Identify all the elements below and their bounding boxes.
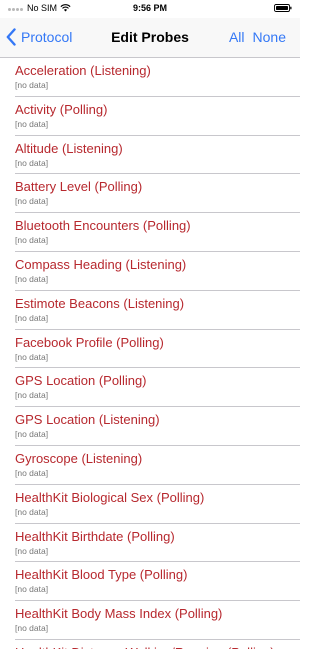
chevron-left-icon <box>6 28 16 46</box>
probe-row[interactable]: HealthKit Body Mass Index (Polling) [no d… <box>0 601 300 640</box>
probe-status: [no data] <box>15 273 49 284</box>
probe-row[interactable]: Battery Level (Polling) [no data] <box>0 174 300 213</box>
probe-name: Gyroscope (Listening) <box>15 450 143 466</box>
probe-name: Facebook Profile (Polling) <box>15 334 164 350</box>
probe-status: [no data] <box>15 118 49 129</box>
probe-list: Acceleration (Listening) [no data] Activit… <box>0 58 300 649</box>
back-button[interactable]: Protocol <box>6 28 72 46</box>
probe-name: HealthKit Blood Type (Polling) <box>15 567 188 583</box>
probe-name: Bluetooth Encounters (Polling) <box>15 218 191 234</box>
probe-row[interactable]: Facebook Profile (Polling) [no data] <box>0 330 300 369</box>
probe-name: Compass Heading (Listening) <box>15 256 187 272</box>
probe-row[interactable]: HealthKit Birthdate (Polling) [no data] <box>0 524 300 563</box>
probe-row[interactable]: Compass Heading (Listening) [no data] <box>0 252 300 291</box>
probe-status: [no data] <box>15 235 49 246</box>
probe-row[interactable]: Bluetooth Encounters (Polling) [no data] <box>0 213 300 252</box>
probe-status: [no data] <box>15 584 49 595</box>
status-time: 9:56 PM <box>132 3 167 13</box>
probe-row[interactable]: Gyroscope (Listening) [no data] <box>0 446 300 485</box>
select-all-button[interactable]: All <box>229 29 245 45</box>
probe-row[interactable]: Altitude (Listening) [no data] <box>0 136 300 175</box>
probe-row[interactable]: Activity (Polling) [no data] <box>0 97 300 136</box>
probe-name: Acceleration (Listening) <box>15 63 151 78</box>
select-none-button[interactable]: None <box>253 29 286 45</box>
probe-status: [no data] <box>15 467 49 478</box>
probe-name: Battery Level (Polling) <box>15 179 143 195</box>
probe-row[interactable]: HealthKit Biological Sex (Polling) [no da… <box>0 485 300 524</box>
probe-name: HealthKit Distance Walking/Running (Poll… <box>15 645 275 649</box>
probe-row[interactable]: GPS Location (Polling) [no data] <box>0 368 300 407</box>
probe-name: Estimote Beacons (Listening) <box>15 295 185 311</box>
probe-name: GPS Location (Listening) <box>15 412 160 428</box>
probe-status: [no data] <box>15 351 49 362</box>
probe-row[interactable]: Acceleration (Listening) [no data] <box>0 58 300 97</box>
navigation-bar: Protocol Edit Probes All None <box>0 18 300 58</box>
back-button-label: Protocol <box>21 29 73 45</box>
probe-status: [no data] <box>15 312 49 323</box>
probe-status: [no data] <box>15 157 49 168</box>
probe-row[interactable]: HealthKit Blood Type (Polling) [no data] <box>0 562 300 601</box>
probe-status: [no data] <box>15 196 49 207</box>
probe-status: [no data] <box>15 429 49 440</box>
probe-status: [no data] <box>15 545 49 556</box>
probe-name: HealthKit Biological Sex (Polling) <box>15 489 205 505</box>
probe-status: [no data] <box>15 623 49 634</box>
probe-row[interactable]: Estimote Beacons (Listening) [no data] <box>0 291 300 330</box>
probe-row[interactable]: GPS Location (Listening) [no data] <box>0 407 300 446</box>
battery-icon <box>274 4 292 12</box>
probe-row[interactable]: HealthKit Distance Walking/Running (Poll… <box>0 640 300 649</box>
nav-right-actions: All None <box>229 29 286 45</box>
probe-name: Activity (Polling) <box>15 101 108 117</box>
probe-name: Altitude (Listening) <box>15 140 123 156</box>
probe-status: [no data] <box>15 390 49 401</box>
status-bar: No SIM 9:56 PM <box>0 0 300 18</box>
probe-status: [no data] <box>15 506 49 517</box>
probe-name: HealthKit Birthdate (Polling) <box>15 528 175 544</box>
probe-status: [no data] <box>15 80 49 90</box>
probe-name: HealthKit Body Mass Index (Polling) <box>15 606 223 622</box>
edit-probes-screen: No SIM 9:56 PM Protocol Edit Probes All … <box>0 0 300 649</box>
probe-name: GPS Location (Polling) <box>15 373 147 389</box>
